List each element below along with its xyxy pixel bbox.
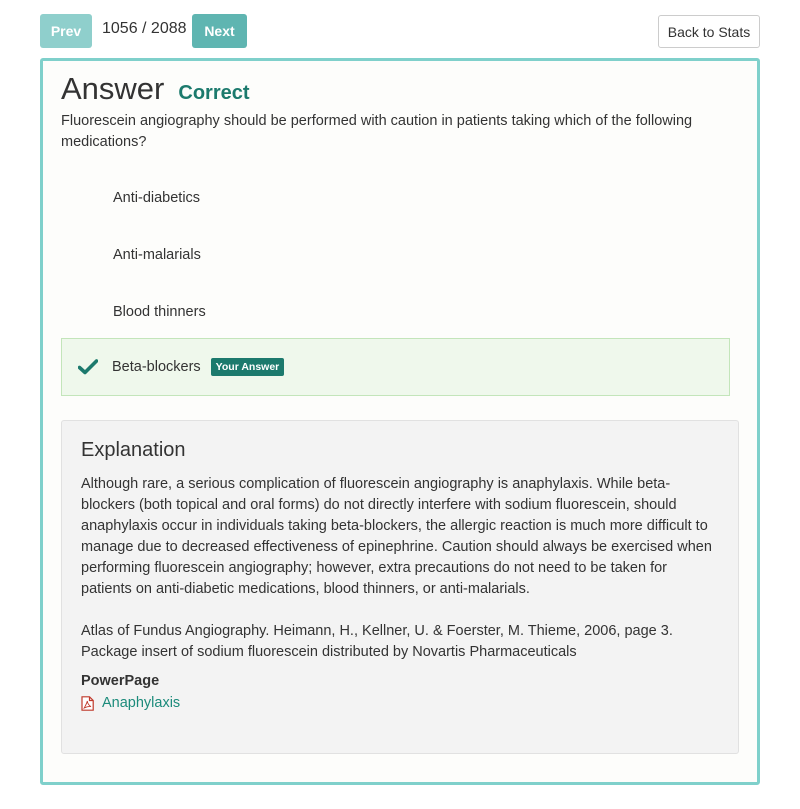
option-blood-thinners: Blood thinners bbox=[61, 283, 730, 340]
powerpage-link[interactable]: Anaphylaxis bbox=[81, 695, 180, 711]
option-anti-malarials: Anti-malarials bbox=[61, 226, 730, 283]
option-label: Beta-blockers bbox=[112, 359, 201, 375]
back-to-stats-button[interactable]: Back to Stats bbox=[658, 15, 760, 48]
your-answer-badge: Your Answer bbox=[210, 358, 285, 376]
option-anti-diabetics: Anti-diabetics bbox=[61, 169, 730, 226]
explanation-heading: Explanation bbox=[81, 439, 186, 461]
checkmark-icon bbox=[78, 357, 98, 377]
reference-item: Atlas of Fundus Angiography. Heimann, H.… bbox=[81, 623, 673, 639]
pdf-icon bbox=[81, 695, 94, 711]
explanation-text: Although rare, a serious complication of… bbox=[81, 476, 712, 597]
answer-heading: Answer bbox=[61, 71, 165, 106]
reference-item: Package insert of sodium fluorescein dis… bbox=[81, 644, 577, 660]
references: Atlas of Fundus Angiography. Heimann, H.… bbox=[81, 621, 721, 663]
powerpage-link-label[interactable]: Anaphylaxis bbox=[102, 695, 180, 711]
prev-button[interactable]: Prev bbox=[40, 14, 92, 48]
navigation-bar: Prev 1056 / 2088 Next Back to Stats bbox=[40, 14, 760, 48]
answer-title-row: Answer Correct bbox=[61, 71, 250, 107]
powerpage-label: PowerPage bbox=[81, 673, 160, 689]
answer-card: Answer Correct Fluorescein angiography s… bbox=[40, 58, 760, 785]
option-label: Anti-malarials bbox=[113, 246, 201, 263]
question-text: Fluorescein angiography should be perfor… bbox=[61, 113, 693, 150]
option-label: Blood thinners bbox=[113, 303, 206, 320]
option-label: Anti-diabetics bbox=[113, 189, 201, 206]
question-counter: 1056 / 2088 bbox=[102, 20, 187, 37]
next-button[interactable]: Next bbox=[192, 14, 247, 48]
option-beta-blockers-selected: Beta-blockers Your Answer bbox=[61, 338, 730, 396]
explanation-panel: Explanation Although rare, a serious com… bbox=[61, 420, 739, 754]
result-status: Correct bbox=[178, 82, 250, 104]
